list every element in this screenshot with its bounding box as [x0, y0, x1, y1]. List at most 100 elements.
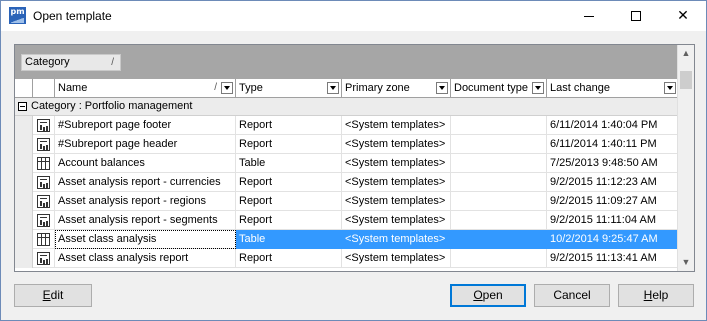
column-header-name[interactable]: Name / [55, 79, 236, 98]
table-row[interactable]: #Subreport page footer Report <System temp… [15, 116, 678, 135]
table-row[interactable]: Asset class analysis Table <System templat… [15, 230, 678, 249]
cell-type[interactable]: Table [236, 230, 342, 249]
collapse-toggle-icon[interactable] [18, 102, 27, 111]
filter-dropdown-icon[interactable] [221, 82, 233, 94]
cell-name[interactable]: Asset class analysis report [55, 249, 236, 268]
row-icon-cell [33, 154, 55, 173]
title-bar[interactable]: pm Open template ✕ [1, 1, 706, 31]
app-logo-icon: pm [9, 7, 26, 24]
group-by-category-chip[interactable]: Category / [21, 54, 121, 71]
row-icon-cell [33, 173, 55, 192]
table-row[interactable]: Asset analysis report - regions Report <Sy… [15, 192, 678, 211]
row-icon-cell [33, 192, 55, 211]
sort-indicator-icon: / [214, 82, 217, 93]
cell-document-type[interactable] [451, 249, 547, 268]
cell-last-change[interactable]: 9/2/2015 11:12:23 AM [547, 173, 678, 192]
cell-name[interactable]: Asset analysis report - regions [55, 192, 236, 211]
cell-primary-zone[interactable]: <System templates> [342, 230, 451, 249]
table-row[interactable]: #Subreport page header Report <System temp… [15, 135, 678, 154]
cell-name[interactable]: Account balances [55, 154, 236, 173]
cell-name[interactable]: Asset class analysis [55, 230, 236, 249]
cell-name[interactable]: Asset analysis report - currencies [55, 173, 236, 192]
cell-name[interactable]: #Subreport page footer [55, 116, 236, 135]
cell-document-type[interactable] [451, 116, 547, 135]
column-header-type[interactable]: Type [236, 79, 342, 98]
cell-type[interactable]: Report [236, 211, 342, 230]
cell-type[interactable]: Report [236, 173, 342, 192]
cell-document-type[interactable] [451, 173, 547, 192]
templates-grid[interactable]: Category / Name / Type Primary zone Docu… [14, 44, 695, 272]
group-row-portfolio-management[interactable]: Category : Portfolio management [15, 98, 678, 116]
cell-type[interactable]: Report [236, 192, 342, 211]
cell-type[interactable]: Report [236, 135, 342, 154]
report-icon [37, 214, 50, 227]
filter-dropdown-icon[interactable] [327, 82, 339, 94]
cell-document-type[interactable] [451, 211, 547, 230]
cell-primary-zone[interactable]: <System templates> [342, 173, 451, 192]
cell-last-change[interactable]: 9/2/2015 11:09:27 AM [547, 192, 678, 211]
table-row[interactable]: Asset class analysis report Report <System… [15, 249, 678, 268]
edit-label: dit [50, 288, 64, 302]
sort-indicator-icon: / [111, 57, 114, 68]
cell-name[interactable]: Asset analysis report - segments [55, 211, 236, 230]
edit-button[interactable]: Edit [14, 284, 92, 307]
column-header-label: Last change [550, 82, 610, 94]
cell-primary-zone[interactable]: <System templates> [342, 116, 451, 135]
report-icon [37, 176, 50, 189]
open-label: pen [482, 288, 503, 302]
cell-primary-zone[interactable]: <System templates> [342, 154, 451, 173]
cancel-label: Cancel [553, 288, 591, 302]
row-indent [15, 116, 33, 135]
cell-document-type[interactable] [451, 135, 547, 154]
vertical-scrollbar[interactable]: ▲ ▼ [677, 45, 694, 271]
row-indent [15, 192, 33, 211]
group-by-panel[interactable]: Category / [15, 45, 678, 79]
column-header-last-change[interactable]: Last change [547, 79, 678, 98]
cell-last-change[interactable]: 7/25/2013 9:48:50 AM [547, 154, 678, 173]
cell-last-change[interactable]: 6/11/2014 1:40:04 PM [547, 116, 678, 135]
filter-dropdown-icon[interactable] [532, 82, 544, 94]
table-icon [37, 157, 50, 170]
minimize-button[interactable] [566, 1, 612, 31]
cell-type[interactable]: Table [236, 154, 342, 173]
row-icon-cell [33, 249, 55, 268]
scroll-thumb[interactable] [680, 71, 692, 89]
cell-primary-zone[interactable]: <System templates> [342, 249, 451, 268]
cell-primary-zone[interactable]: <System templates> [342, 135, 451, 154]
cell-last-change[interactable]: 9/2/2015 11:11:04 AM [547, 211, 678, 230]
scroll-up-arrow-icon[interactable]: ▲ [678, 45, 694, 62]
table-row[interactable]: Account balances Table <System templates> 7… [15, 154, 678, 173]
cell-document-type[interactable] [451, 154, 547, 173]
close-button[interactable]: ✕ [660, 1, 706, 31]
cell-document-type[interactable] [451, 192, 547, 211]
filter-dropdown-icon[interactable] [436, 82, 448, 94]
open-button[interactable]: Open [450, 284, 526, 307]
table-row[interactable]: Asset analysis report - segments Report <S… [15, 211, 678, 230]
cancel-button[interactable]: Cancel [534, 284, 610, 307]
help-button[interactable]: Help [618, 284, 694, 307]
help-label: elp [652, 288, 669, 302]
column-header-label: Type [239, 82, 263, 94]
column-header-document-type[interactable]: Document type [451, 79, 547, 98]
window-title: Open template [33, 9, 112, 23]
column-header-label: Primary zone [345, 82, 410, 94]
filter-dropdown-icon[interactable] [664, 82, 676, 94]
header-spacer [15, 79, 33, 98]
group-row-label: Category : Portfolio management [31, 100, 193, 112]
open-template-dialog: pm Open template ✕ Category / Name / Typ… [0, 0, 707, 321]
open-mnemonic: O [473, 288, 483, 302]
maximize-button[interactable] [613, 1, 659, 31]
cell-primary-zone[interactable]: <System templates> [342, 211, 451, 230]
cell-last-change[interactable]: 10/2/2014 9:25:47 AM [547, 230, 678, 249]
table-icon [37, 233, 50, 246]
cell-type[interactable]: Report [236, 249, 342, 268]
cell-document-type[interactable] [451, 230, 547, 249]
scroll-down-arrow-icon[interactable]: ▼ [678, 254, 694, 271]
column-header-primary-zone[interactable]: Primary zone [342, 79, 451, 98]
cell-type[interactable]: Report [236, 116, 342, 135]
cell-primary-zone[interactable]: <System templates> [342, 192, 451, 211]
cell-name[interactable]: #Subreport page header [55, 135, 236, 154]
cell-last-change[interactable]: 6/11/2014 1:40:11 PM [547, 135, 678, 154]
cell-last-change[interactable]: 9/2/2015 11:13:41 AM [547, 249, 678, 268]
table-row[interactable]: Asset analysis report - currencies Report… [15, 173, 678, 192]
